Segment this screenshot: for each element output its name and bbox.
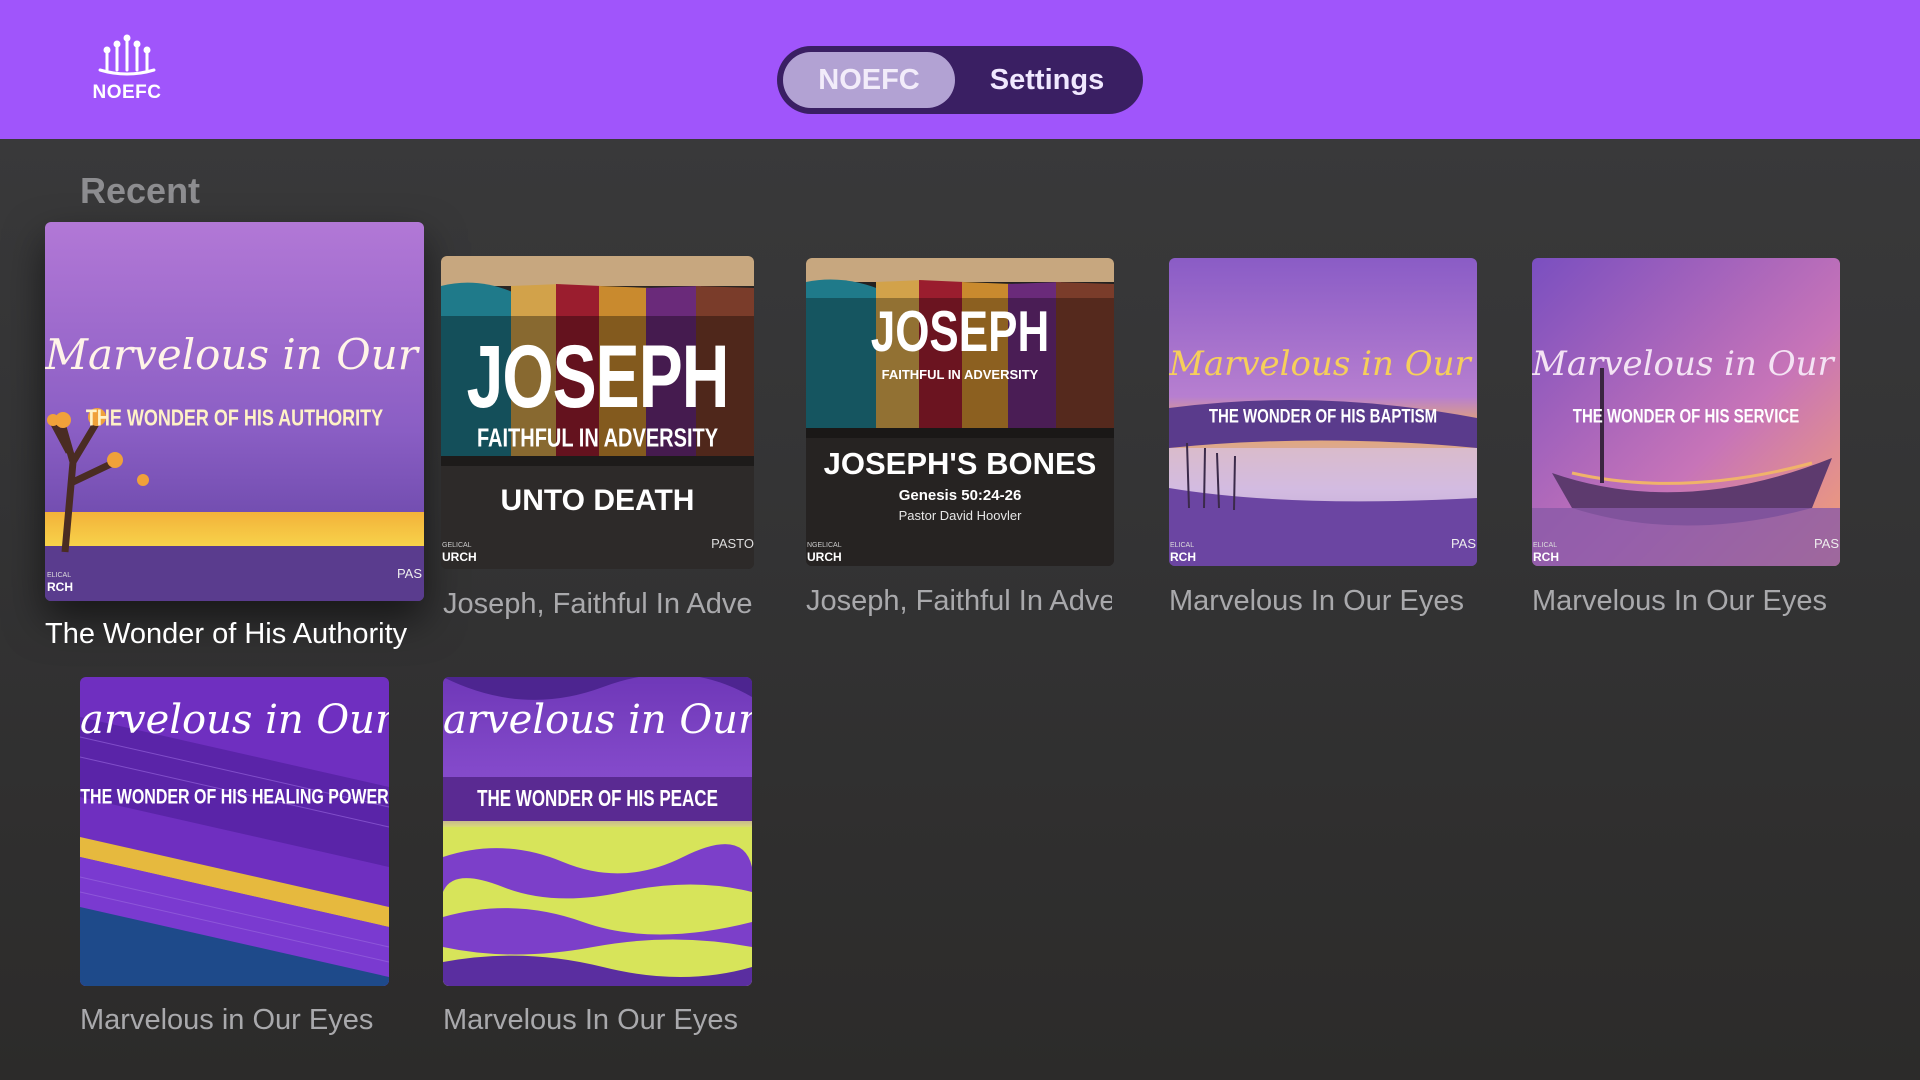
artwork-edge-left: RCH [1170,550,1196,564]
sermon-artwork: arvelous in Our E THE WONDER OF HIS PEAC… [443,677,752,986]
artwork-episode: JOSEPH'S BONES [823,446,1097,481]
card-title: Marvelous In Our Eyes [1169,585,1464,617]
artwork-edge-right: PAS [1450,536,1476,551]
artwork-edge-left: RCH [1533,550,1559,564]
tab-settings[interactable]: Settings [961,52,1133,108]
artwork-speaker: Pastor David Hoovler [898,508,1022,523]
artwork-script-title: arvelous in Our E [80,697,389,743]
card-title: Joseph, Faithful In Adversity [443,588,753,620]
sermon-artwork: Marvelous in Our Eyes THE WONDER OF HIS … [45,222,424,601]
artwork-title: JOSEPH [870,300,1050,365]
crown-people-icon [98,34,156,76]
artwork-subtitle: THE WONDER OF HIS AUTHORITY [85,404,384,431]
artwork-edge-left-small: ELICAL [1533,542,1558,549]
artwork-title: JOSEPH [466,326,730,426]
artwork-subtitle: THE WONDER OF HIS BAPTISM [1208,405,1438,428]
artwork-subtitle: THE WONDER OF HIS PEACE [477,785,718,812]
artwork-subtitle: FAITHFUL IN ADVERSITY [476,424,719,454]
sermon-artwork: Marvelous in Our Eyes THE WONDER OF HIS … [1532,258,1840,566]
artwork-edge-right: PAS [1813,536,1839,551]
card-title: Marvelous In Our Eyes [443,1004,738,1036]
logo-text: NOEFC [92,82,162,103]
top-navigation-bar: NOEFC NOEFC Settings [0,0,1920,139]
section-title-recent: Recent [80,170,201,211]
artwork-edge-left-small: GELICAL [442,542,472,549]
sermon-artwork: Marvelous in Our Eyes THE WONDER OF HIS … [1169,258,1477,566]
artwork-subtitle: FAITHFUL IN ADVERSITY [881,367,1039,382]
sermon-artwork: arvelous in Our E THE WONDER OF HIS HEAL… [80,677,389,986]
tab-noefc[interactable]: NOEFC [783,52,955,108]
artwork-episode: UNTO DEATH [500,484,695,517]
card-title: Marvelous in Our Eyes [80,1004,374,1036]
artwork-subtitle: THE WONDER OF HIS HEALING POWER [80,785,389,809]
artwork-edge-left: RCH [47,580,73,594]
artwork-reference: Genesis 50:24-26 [898,487,1022,504]
artwork-script-title: Marvelous in Our Eyes [1169,344,1477,384]
artwork-edge-left: URCH [807,550,842,564]
artwork-edge-right: PASTO [711,536,754,551]
artwork-edge-left-small: ELICAL [1170,542,1195,549]
card-title: Marvelous In Our Eyes [1532,585,1827,617]
artwork-edge-left-small: ELICAL [47,572,72,579]
artwork-script-title: Marvelous in Our Eyes [45,330,424,379]
sermon-artwork: JOSEPH FAITHFUL IN ADVERSITY UNTO DEATH … [441,256,754,569]
artwork-script-title: arvelous in Our E [443,697,752,743]
tab-switcher: NOEFC Settings [777,46,1143,114]
artwork-edge-right: PAS [396,566,422,581]
artwork-subtitle: THE WONDER OF HIS SERVICE [1572,405,1800,428]
noefc-logo: NOEFC [90,34,164,104]
artwork-script-title: Marvelous in Our Eyes [1532,344,1840,384]
card-title: The Wonder of His Authority [45,618,408,650]
artwork-edge-left-small: NGELICAL [807,542,842,549]
sermon-artwork: JOSEPH FAITHFUL IN ADVERSITY JOSEPH'S BO… [806,258,1114,566]
artwork-edge-left: URCH [442,550,477,564]
card-title: Joseph, Faithful In Adversity [806,585,1112,617]
